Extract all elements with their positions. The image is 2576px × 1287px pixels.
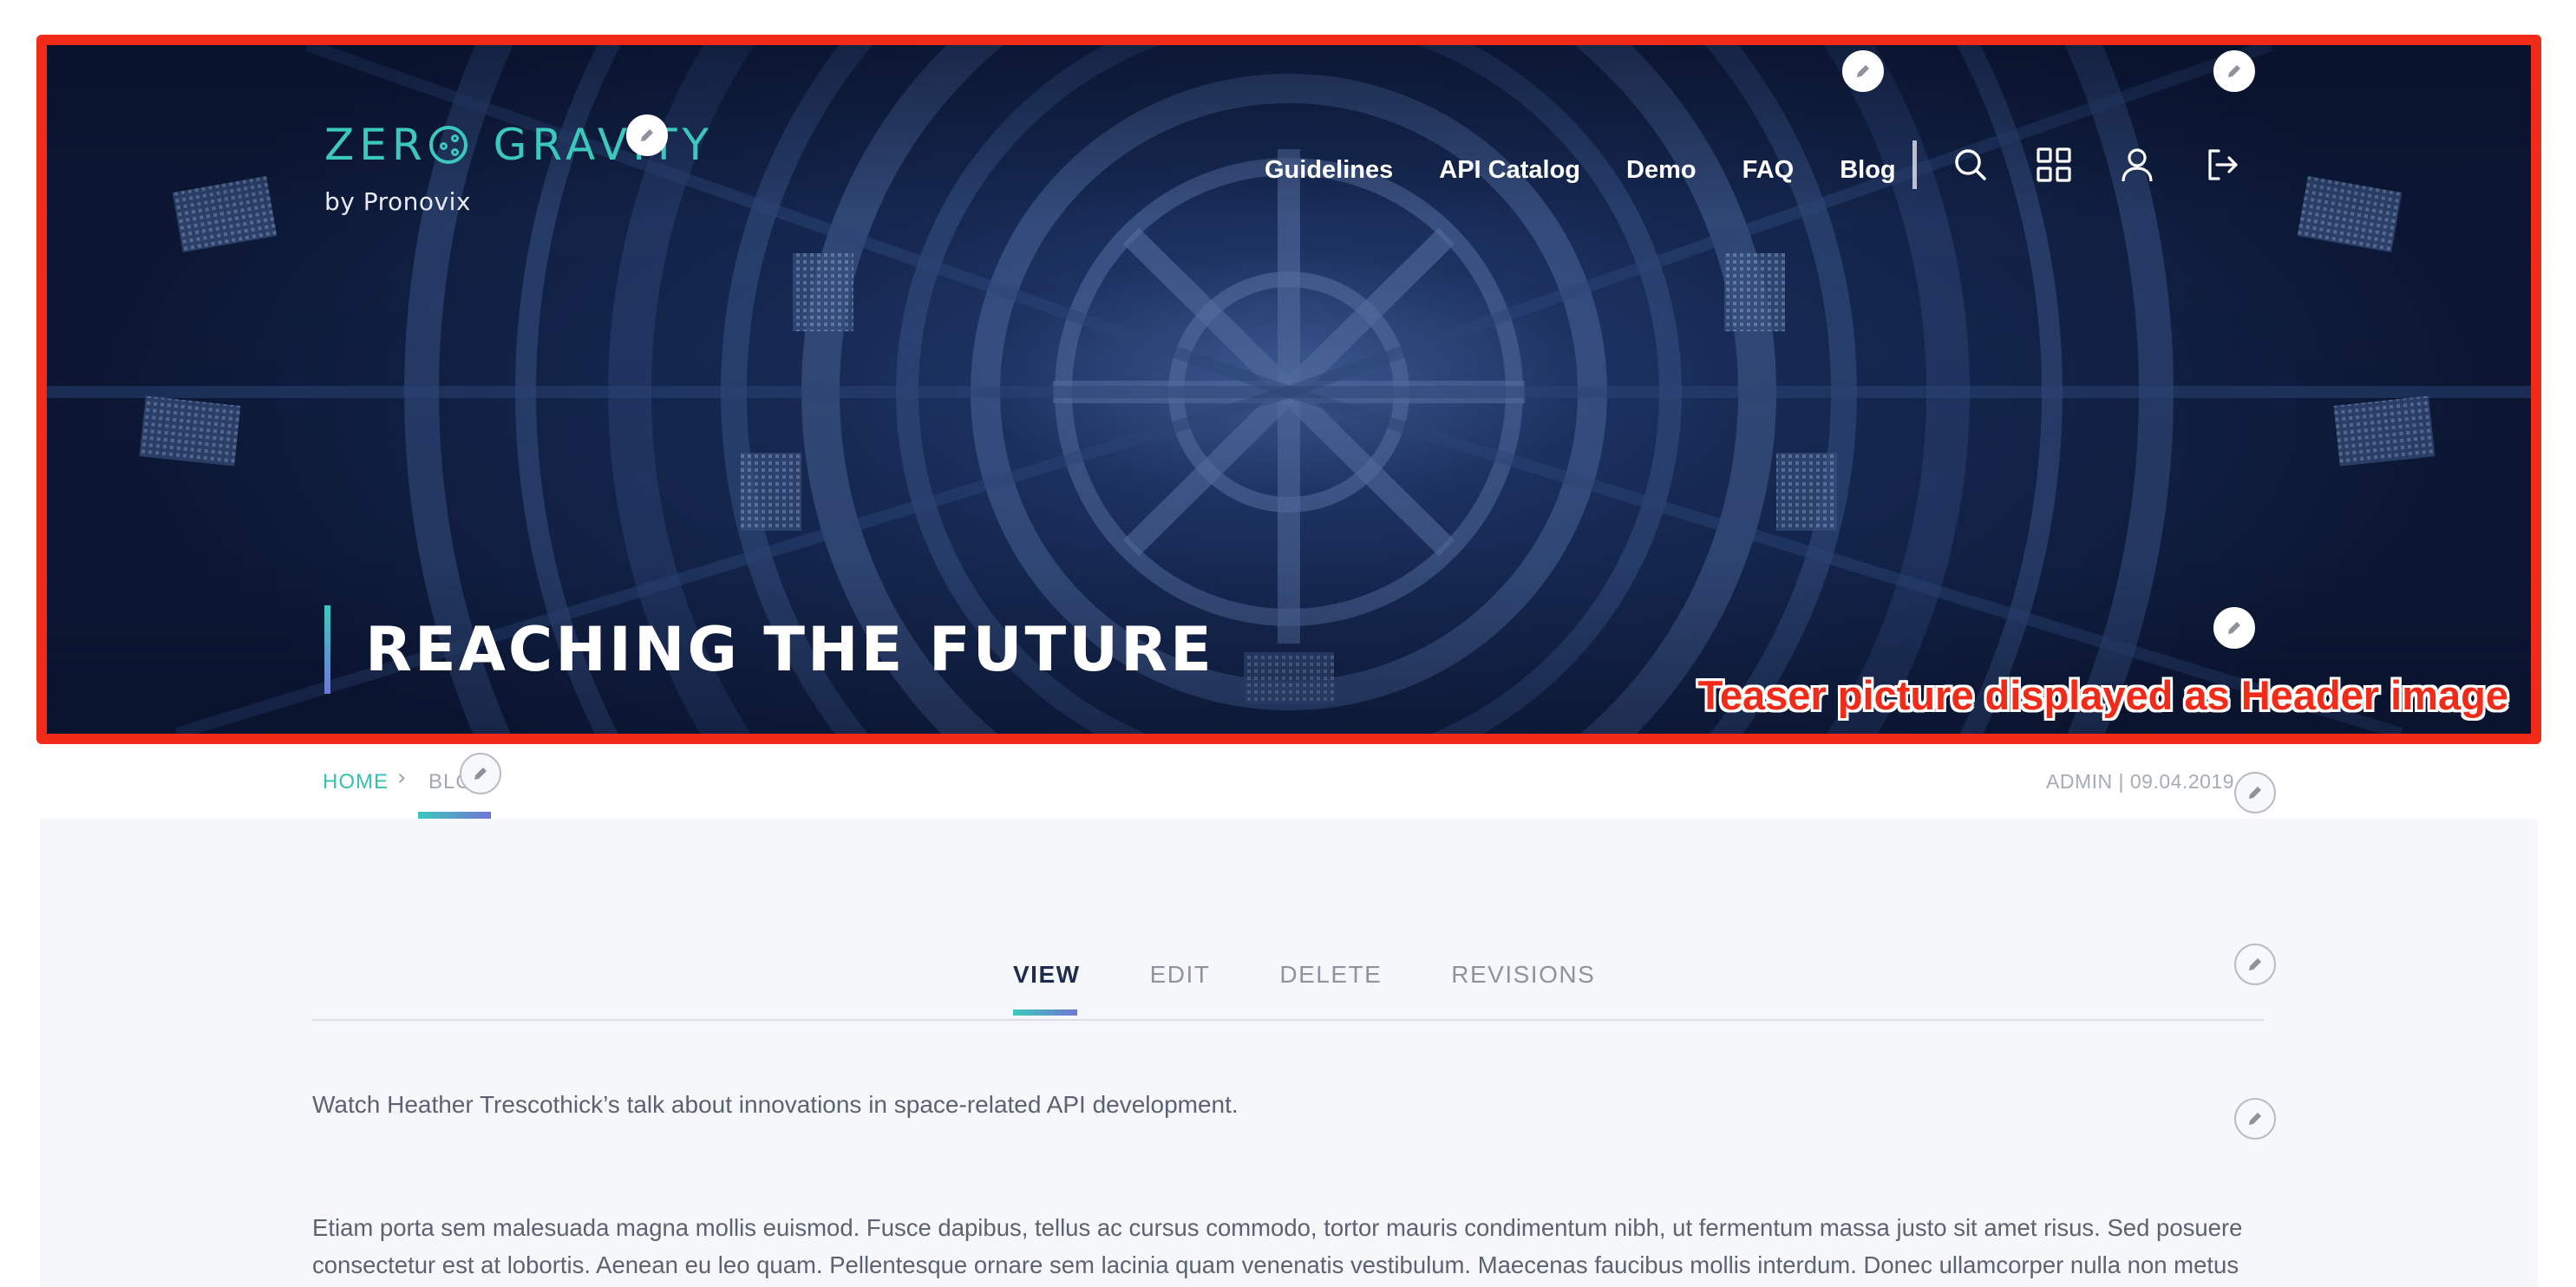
tab-edit[interactable]: EDIT (1150, 961, 1211, 989)
nav-api-catalog[interactable]: API Catalog (1439, 156, 1580, 185)
title-accent-bar (324, 605, 330, 694)
tab-view[interactable]: VIEW (1013, 961, 1081, 989)
edit-nav-pencil-icon[interactable] (1842, 50, 1884, 92)
apps-grid-icon[interactable] (2033, 144, 2075, 186)
edit-meta-pencil-icon[interactable] (2234, 772, 2276, 813)
tab-active-underline (1013, 1009, 1077, 1016)
local-tasks-tabs: VIEW EDIT DELETE REVISIONS (1013, 961, 1595, 989)
tab-revisions[interactable]: REVISIONS (1451, 961, 1595, 989)
search-icon[interactable] (1950, 144, 1991, 186)
main-navigation: Guidelines API Catalog Demo FAQ Blog (1265, 156, 1896, 185)
nav-demo[interactable]: Demo (1626, 156, 1697, 185)
tab-delete[interactable]: DELETE (1279, 961, 1382, 989)
nav-divider (1912, 140, 1917, 189)
main-content: VIEW EDIT DELETE REVISIONS Watch Heather… (40, 819, 2538, 1287)
edit-breadcrumb-pencil-icon[interactable] (460, 753, 501, 794)
logo-text-right: GRAVITY (493, 120, 715, 170)
logo-tagline: by Pronovix (324, 187, 471, 216)
nav-guidelines[interactable]: Guidelines (1265, 156, 1393, 185)
tabs-divider (312, 1019, 2264, 1021)
user-icon[interactable] (2116, 144, 2158, 186)
annotation-label: Teaser picture displayed as Header image (1697, 672, 2508, 718)
breadcrumb-active-underline (418, 812, 491, 819)
author-date-meta: ADMIN | 09.04.2019 (2046, 770, 2234, 793)
nav-blog[interactable]: Blog (1840, 156, 1895, 185)
article-body: Etiam porta sem malesuada magna mollis e… (312, 1214, 2243, 1278)
edit-account-pencil-icon[interactable] (2213, 50, 2255, 92)
nav-faq[interactable]: FAQ (1742, 156, 1795, 185)
edit-body-pencil-icon[interactable] (2234, 1098, 2276, 1140)
logout-icon[interactable] (2201, 144, 2243, 186)
article-intro: Watch Heather Trescothick’s talk about i… (312, 1091, 1239, 1118)
header-hero: ZER GRAVITY by Pronovix Guidelines API C… (36, 35, 2541, 744)
edit-tabs-pencil-icon[interactable] (2234, 944, 2276, 985)
chevron-right-icon: › (397, 765, 407, 791)
breadcrumb-home-link[interactable]: HOME (323, 770, 389, 794)
logo-o-glyph (428, 126, 467, 164)
logo-text-left: ZER (324, 120, 428, 170)
page-title: REACHING THE FUTURE (365, 614, 1214, 685)
breadcrumb-bar: HOME › BLOG ADMIN | 09.04.2019 (40, 748, 2538, 819)
edit-logo-pencil-icon[interactable] (626, 114, 668, 156)
page-title-block: REACHING THE FUTURE (324, 605, 1214, 694)
edit-title-pencil-icon[interactable] (2213, 607, 2255, 649)
